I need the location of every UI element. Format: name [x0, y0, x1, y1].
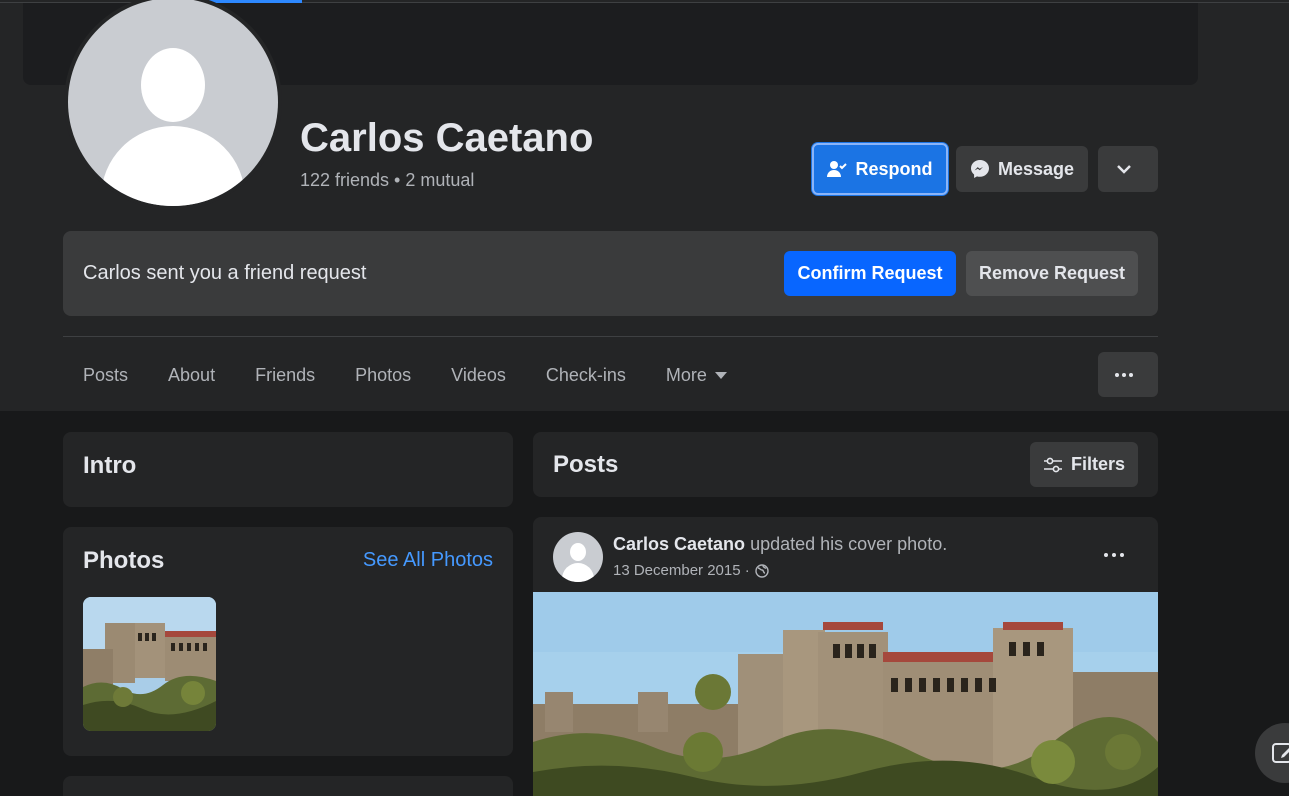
tab-friends[interactable]: Friends [235, 352, 335, 398]
ellipsis-icon [1104, 553, 1124, 557]
caret-down-icon [714, 371, 727, 379]
chevron-down-icon [1117, 164, 1131, 174]
tab-posts[interactable]: Posts [63, 352, 148, 398]
new-message-button[interactable] [1255, 723, 1289, 783]
profile-avatar[interactable] [64, 0, 282, 210]
more-actions-button[interactable] [1098, 146, 1158, 192]
filters-icon [1043, 457, 1062, 472]
next-card [63, 776, 513, 796]
messenger-icon [970, 160, 989, 178]
posts-title: Posts [553, 451, 619, 478]
posts-header-card: Posts Filters [533, 432, 1158, 497]
message-button[interactable]: Message [956, 146, 1088, 192]
photos-title: Photos [83, 547, 165, 574]
post-meta: 13 December 2015 · [613, 562, 769, 579]
castle-photo [533, 592, 1158, 796]
post-author-name[interactable]: Carlos Caetano [613, 534, 745, 554]
photos-card: Photos See All Photos [63, 527, 513, 756]
ellipsis-icon [1115, 372, 1133, 377]
intro-title: Intro [83, 452, 137, 479]
post-action-text: updated his cover photo. [750, 534, 948, 554]
filters-label: Filters [1070, 454, 1126, 474]
profile-name: Carlos Caetano [300, 116, 594, 160]
post-options-button[interactable] [1099, 539, 1131, 571]
friend-request-banner: Carlos sent you a friend request Confirm… [63, 231, 1158, 316]
tab-videos[interactable]: Videos [431, 352, 526, 398]
friend-request-text: Carlos sent you a friend request [83, 262, 367, 284]
tab-check-ins[interactable]: Check-ins [526, 352, 646, 398]
see-all-photos-link[interactable]: See All Photos [363, 549, 493, 572]
intro-card: Intro [63, 432, 513, 507]
message-label: Message [997, 158, 1075, 179]
tabs-divider [63, 336, 1158, 337]
profile-options-button[interactable] [1098, 352, 1158, 397]
confirm-request-button[interactable]: Confirm Request [784, 251, 956, 296]
respond-label: Respond [855, 158, 933, 179]
tab-more-label: More [665, 364, 707, 385]
post-author-avatar[interactable] [553, 532, 603, 582]
person-check-icon [827, 161, 848, 177]
respond-button[interactable]: Respond [812, 143, 948, 195]
compose-icon [1272, 743, 1289, 763]
post-cover-photo[interactable] [533, 592, 1158, 796]
globe-icon [755, 563, 769, 578]
tab-about[interactable]: About [148, 352, 235, 398]
castle-photo-thumbnail [83, 597, 216, 731]
post-card: Carlos Caetano updated his cover photo. … [533, 517, 1158, 796]
default-avatar-icon [68, 0, 278, 206]
filters-button[interactable]: Filters [1030, 442, 1138, 487]
tab-photos[interactable]: Photos [335, 352, 431, 398]
remove-request-button[interactable]: Remove Request [966, 251, 1138, 296]
post-date[interactable]: 13 December 2015 · [613, 562, 750, 579]
friends-count[interactable]: 122 friends • 2 mutual [300, 170, 474, 191]
tab-more[interactable]: More [646, 352, 747, 398]
profile-tabs: Posts About Friends Photos Videos Check-… [63, 352, 747, 398]
photo-thumbnail[interactable] [83, 597, 216, 731]
post-header-line: Carlos Caetano updated his cover photo. [613, 534, 947, 555]
